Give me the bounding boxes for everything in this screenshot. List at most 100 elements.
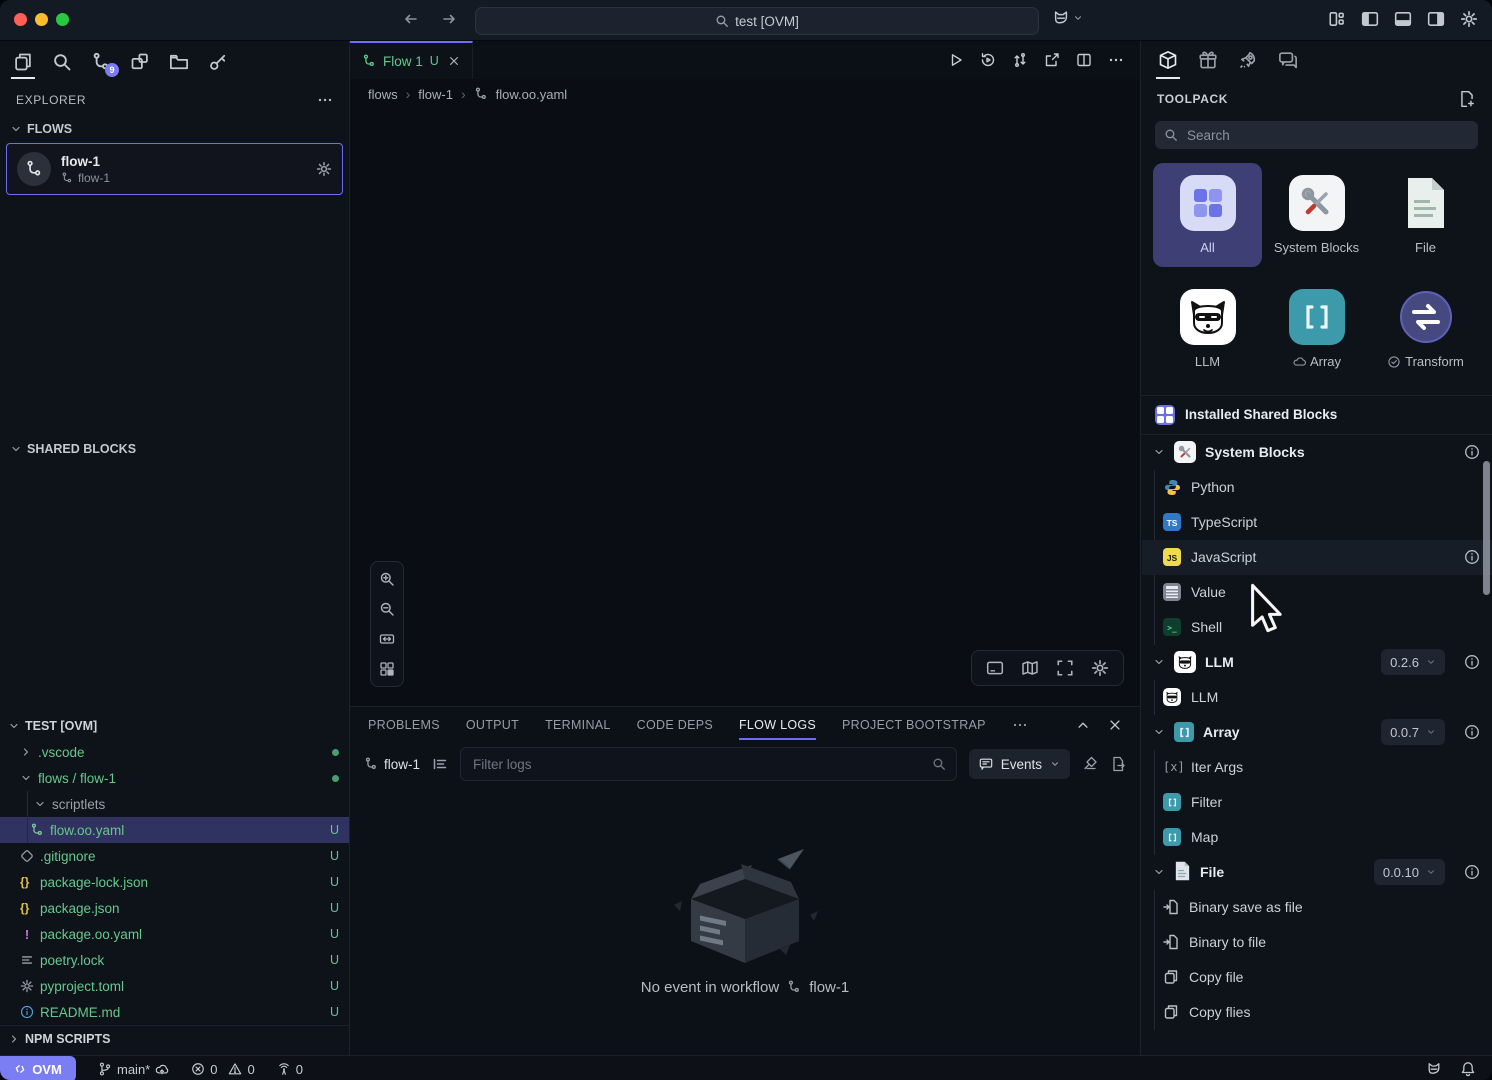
zoom-out-icon[interactable] [371,594,403,624]
tab-output[interactable]: OUTPUT [466,707,519,743]
block-copy-file[interactable]: Copy file [1155,960,1492,995]
block-typescript[interactable]: TS TypeScript [1155,505,1492,540]
rerun-flow-icon[interactable] [980,52,996,68]
section-system-blocks[interactable]: System Blocks [1141,435,1492,470]
category-llm[interactable]: LLM [1153,277,1262,381]
new-toolpack-icon[interactable] [1458,90,1476,108]
console-panel-icon[interactable] [986,659,1004,677]
block-copy-flies[interactable]: Copy flies [1155,995,1492,1030]
tab-problems[interactable]: PROBLEMS [368,707,440,743]
tree-item-flows-flow-1[interactable]: flows / flow-1 [0,765,349,791]
tree-item-package-lock-json[interactable]: {} package-lock.json U [0,869,349,895]
canvas-settings-gear-icon[interactable] [1091,659,1109,677]
settings-gear-icon[interactable] [1460,10,1478,28]
fit-view-icon[interactable] [371,624,403,654]
filter-logs-input[interactable] [471,756,932,773]
zoom-window-button[interactable] [56,13,69,26]
block-binary-save-as-file[interactable]: Binary save as file [1155,890,1492,925]
flow-settings-gear-icon[interactable] [316,161,332,177]
key-icon[interactable] [203,45,233,79]
block-javascript[interactable]: JS JavaScript [1142,540,1492,575]
panel-more-icon[interactable] [1012,717,1028,733]
run-flow-icon[interactable] [948,52,964,68]
tree-item-pyproject-toml[interactable]: pyproject.toml U [0,973,349,999]
log-level-filter-icon[interactable] [432,756,448,772]
blocks-icon[interactable] [125,45,155,79]
filter-logs-field[interactable] [460,747,957,781]
toolpack-tab-icon[interactable] [1153,41,1183,79]
info-icon[interactable] [1464,864,1480,880]
tab-flow-1[interactable]: Flow 1 U [350,41,473,79]
tree-item-readme-md[interactable]: README.md U [0,999,349,1025]
info-icon[interactable] [1464,444,1480,460]
remote-indicator[interactable]: OVM [0,1056,76,1080]
maximize-panel-icon[interactable] [1076,718,1090,732]
back-button[interactable] [400,8,422,30]
category-transform[interactable]: Transform [1371,277,1480,381]
info-icon[interactable] [1464,549,1480,565]
tree-item-vscode[interactable]: .vscode [0,739,349,765]
fullscreen-icon[interactable] [1056,659,1074,677]
toggle-right-sidebar-icon[interactable] [1427,10,1445,28]
marketplace-gift-icon[interactable] [1193,41,1223,79]
close-panel-icon[interactable] [1108,718,1122,732]
tab-terminal[interactable]: TERMINAL [545,707,611,743]
problems-status[interactable]: 0 0 [191,1062,254,1077]
layout-nodes-icon[interactable] [371,654,403,684]
tree-item-poetry-lock[interactable]: poetry.lock U [0,947,349,973]
block-llm[interactable]: LLM [1155,680,1492,715]
tree-item-package-json[interactable]: {} package.json U [0,895,349,921]
block-iter-args[interactable]: [x] Iter Args [1155,750,1492,785]
assistant-menu[interactable] [1052,9,1083,27]
assistant-cat-icon[interactable] [1426,1061,1442,1077]
tab-project-bootstrap[interactable]: PROJECT BOOTSTRAP [842,707,986,743]
forward-button[interactable] [438,8,460,30]
compare-changes-icon[interactable] [1012,52,1028,68]
info-icon[interactable] [1464,724,1480,740]
flow-canvas[interactable] [350,109,1140,706]
split-editor-icon[interactable] [1076,52,1092,68]
tab-code-deps[interactable]: CODE DEPS [637,707,713,743]
block-shell[interactable]: >_ Shell [1155,610,1492,645]
category-all[interactable]: All [1153,163,1262,267]
notifications-bell-icon[interactable] [1460,1061,1476,1077]
customize-layout-icon[interactable] [1328,10,1346,28]
chat-tab-icon[interactable] [1273,41,1303,79]
toggle-left-sidebar-icon[interactable] [1361,10,1379,28]
section-llm[interactable]: LLM 0.2.6 [1141,645,1492,680]
breadcrumb-flow-1[interactable]: flow-1 [418,87,453,102]
file-version-dropdown[interactable]: 0.0.10 [1374,859,1445,885]
npm-scripts-header[interactable]: NPM SCRIPTS [0,1025,349,1052]
block-python[interactable]: Python [1155,470,1492,505]
breadcrumb-file[interactable]: flow.oo.yaml [496,87,568,102]
explorer-files-icon[interactable] [8,45,38,79]
toggle-bottom-panel-icon[interactable] [1394,10,1412,28]
tab-flow-logs[interactable]: FLOW LOGS [739,707,816,743]
explorer-more-icon[interactable] [317,92,333,108]
block-map[interactable]: Map [1155,820,1492,855]
section-file[interactable]: File 0.0.10 [1141,855,1492,890]
logs-flow-selector[interactable]: flow-1 [364,757,420,772]
block-filter[interactable]: Filter [1155,785,1492,820]
git-branch-status[interactable]: main* [98,1062,169,1077]
section-array[interactable]: Array 0.0.7 [1141,715,1492,750]
flows-section-header[interactable]: FLOWS [0,117,349,141]
category-system-blocks[interactable]: System Blocks [1262,163,1371,267]
flows-icon[interactable]: 9 [86,45,116,79]
toolpack-search-input[interactable] [1185,127,1469,144]
workspace-header[interactable]: TEST [OVM] [0,713,349,739]
search-icon[interactable] [47,45,77,79]
shared-blocks-section-header[interactable]: SHARED BLOCKS [0,437,349,461]
tree-item-gitignore[interactable]: .gitignore U [0,843,349,869]
zoom-in-icon[interactable] [371,564,403,594]
breadcrumb-flows[interactable]: flows [368,87,398,102]
export-logs-icon[interactable] [1110,756,1126,772]
info-icon[interactable] [1464,654,1480,670]
deploy-rocket-icon[interactable] [1233,41,1263,79]
block-binary-to-file[interactable]: Binary to file [1155,925,1492,960]
export-flow-icon[interactable] [1044,52,1060,68]
minimize-window-button[interactable] [35,13,48,26]
category-file[interactable]: File [1371,163,1480,267]
more-actions-icon[interactable] [1108,52,1124,68]
block-value[interactable]: Value [1155,575,1492,610]
